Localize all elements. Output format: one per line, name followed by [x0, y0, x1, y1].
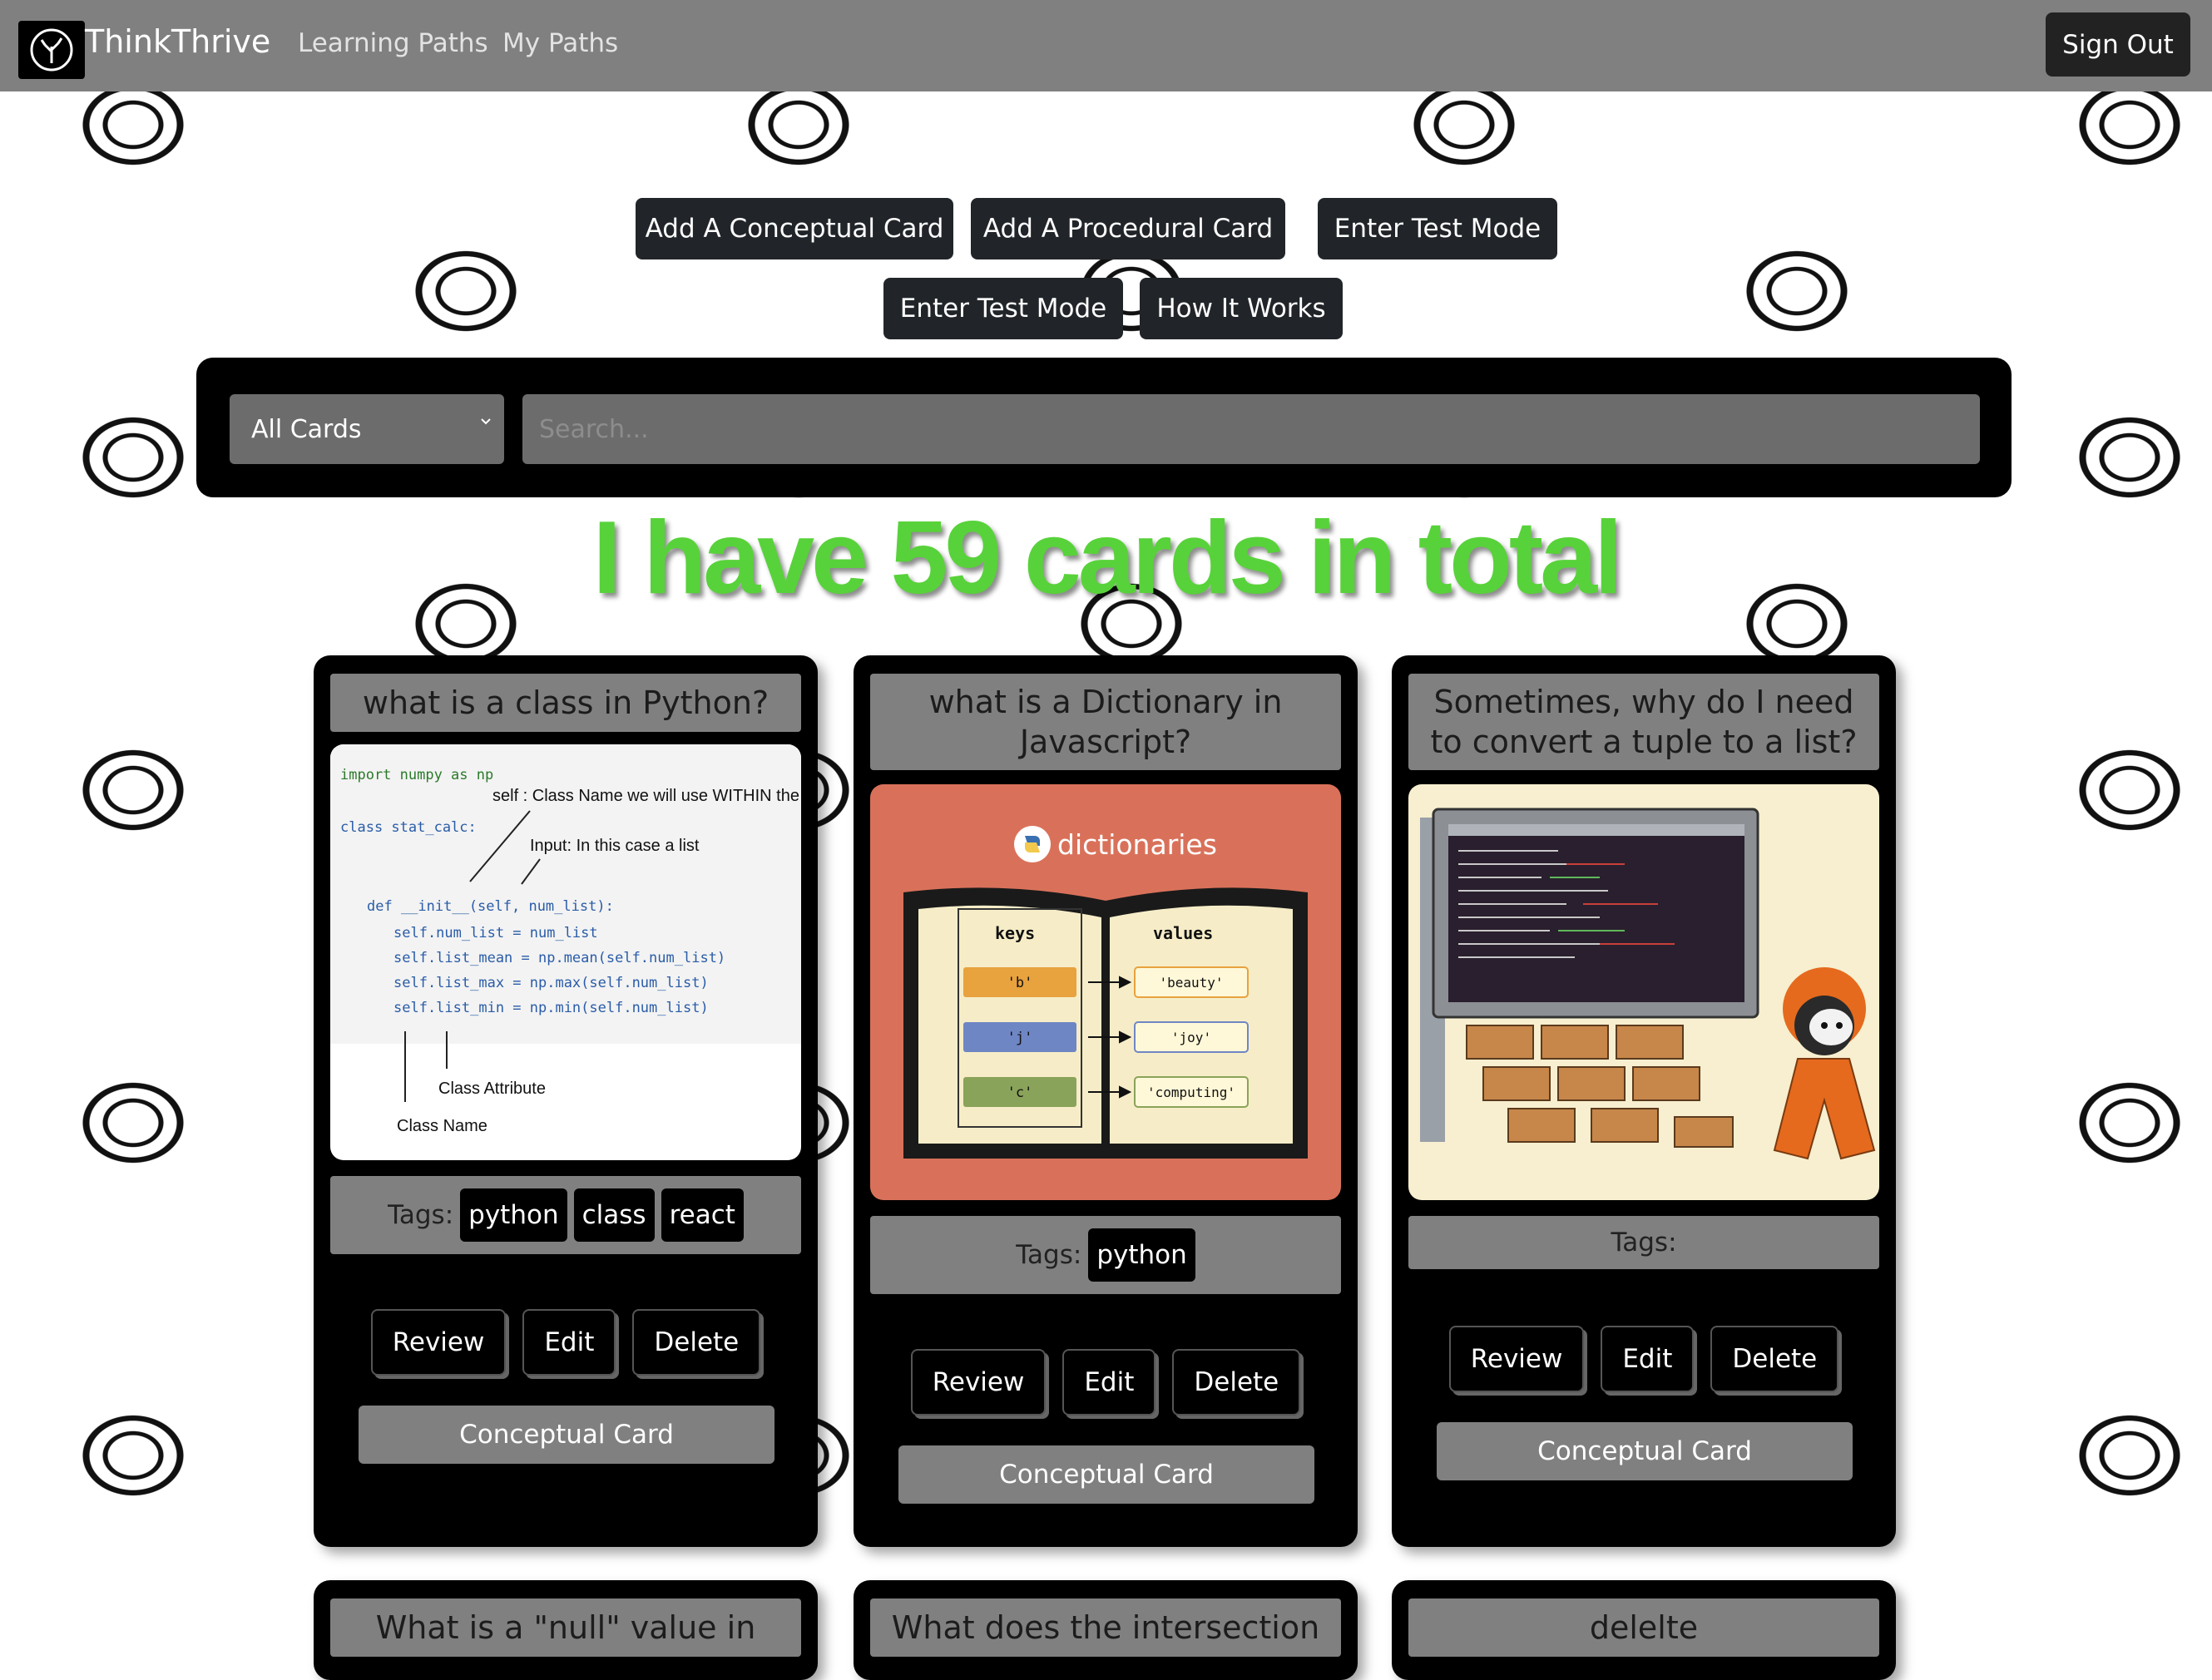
card-actions: Review Edit Delete — [314, 1309, 818, 1376]
review-button[interactable]: Review — [1448, 1326, 1585, 1392]
card-title: What is a "null" value in — [330, 1598, 801, 1657]
delete-button[interactable]: Delete — [1710, 1326, 1839, 1392]
edit-button[interactable]: Edit — [522, 1309, 616, 1376]
filter-bar: All Cards — [196, 358, 2012, 497]
card-type-button[interactable]: Conceptual Card — [1437, 1422, 1853, 1480]
dict-value: 'joy' — [1171, 1030, 1211, 1045]
values-label: values — [1153, 923, 1213, 943]
tags-label: Tags: — [388, 1200, 454, 1230]
code-line: self.list_max = np.max(self.num_list) — [393, 975, 709, 991]
card: what is a Dictionary in Javascript? dict… — [854, 655, 1358, 1547]
card: delelte — [1392, 1580, 1896, 1680]
card-title: what is a Dictionary in Javascript? — [870, 674, 1341, 770]
card-filter-value: All Cards — [251, 414, 362, 444]
card: Sometimes, why do I need to convert a tu… — [1392, 655, 1896, 1547]
tags-label: Tags: — [1016, 1240, 1082, 1270]
card: What does the intersection — [854, 1580, 1358, 1680]
card-image — [1408, 784, 1879, 1200]
card-actions: Review Edit Delete — [1392, 1326, 1896, 1392]
tags-label: Tags: — [1611, 1228, 1677, 1258]
code-line: self.list_min = np.min(self.num_list) — [393, 1000, 709, 1016]
code-line: class stat_calc: — [340, 819, 477, 836]
edit-button[interactable]: Edit — [1062, 1349, 1156, 1416]
delete-button[interactable]: Delete — [632, 1309, 761, 1376]
enter-test-mode-button[interactable]: Enter Test Mode — [1318, 198, 1557, 259]
card: what is a class in Python? import numpy … — [314, 655, 818, 1547]
python-class-diagram: import numpy as np class stat_calc: def … — [330, 744, 801, 1135]
code-line: import numpy as np — [340, 767, 493, 783]
keys-label: keys — [995, 923, 1035, 943]
dict-value: 'computing' — [1147, 1085, 1235, 1100]
annotation: self : Class Name we will use WITHIN the… — [492, 787, 801, 805]
logo[interactable] — [18, 21, 85, 79]
tags-row: Tags: python class react — [330, 1176, 801, 1254]
code-line: def __init__(self, num_list): — [367, 898, 614, 915]
sign-out-button[interactable]: Sign Out — [2046, 12, 2190, 77]
code-line: self.num_list = num_list — [393, 925, 598, 941]
dict-key: 'b' — [1007, 975, 1033, 991]
card-type-button[interactable]: Conceptual Card — [359, 1406, 774, 1464]
dictionaries-heading: dictionaries — [1057, 828, 1217, 861]
enter-test-mode-button-2[interactable]: Enter Test Mode — [883, 278, 1123, 339]
nav-my-paths[interactable]: My Paths — [502, 28, 618, 58]
card-filter-select[interactable]: All Cards — [230, 394, 504, 464]
tag-react[interactable]: react — [661, 1188, 744, 1242]
brand-name[interactable]: ThinkThrive — [85, 23, 270, 60]
card: What is a "null" value in — [314, 1580, 818, 1680]
tags-row: Tags: — [1408, 1216, 1879, 1269]
add-conceptual-card-button[interactable]: Add A Conceptual Card — [636, 198, 953, 259]
card-actions: Review Edit Delete — [854, 1349, 1358, 1416]
tuple-to-list-illustration — [1420, 808, 1876, 1160]
review-button[interactable]: Review — [910, 1349, 1047, 1416]
code-line: self.list_mean = np.mean(self.num_list) — [393, 950, 725, 966]
edit-button[interactable]: Edit — [1601, 1326, 1695, 1392]
add-procedural-card-button[interactable]: Add A Procedural Card — [971, 198, 1285, 259]
tags-row: Tags: python — [870, 1216, 1341, 1294]
card-title: What does the intersection — [870, 1598, 1341, 1657]
card-image: dictionaries keys values 'b' 'j' 'c' 'be… — [870, 784, 1341, 1200]
tag-python[interactable]: python — [1088, 1228, 1195, 1282]
annotation: Class Name — [397, 1117, 487, 1135]
nav-learning-paths[interactable]: Learning Paths — [298, 28, 488, 58]
dict-value: 'beauty' — [1159, 975, 1223, 991]
dict-key: 'j' — [1007, 1030, 1033, 1046]
card-image: import numpy as np class stat_calc: def … — [330, 744, 801, 1160]
tag-class[interactable]: class — [573, 1188, 655, 1242]
delete-button[interactable]: Delete — [1172, 1349, 1301, 1416]
card-type-button[interactable]: Conceptual Card — [898, 1445, 1314, 1504]
search-input[interactable] — [522, 394, 1980, 464]
brain-tree-icon — [30, 28, 73, 72]
dict-key: 'c' — [1007, 1085, 1033, 1101]
card-title: what is a class in Python? — [330, 674, 801, 732]
card-title: delelte — [1408, 1598, 1879, 1657]
annotation: Input: In this case a list — [530, 837, 700, 855]
top-navbar: ThinkThrive Learning Paths My Paths Sign… — [0, 0, 2212, 91]
how-it-works-button[interactable]: How It Works — [1140, 278, 1343, 339]
annotation: Class Attribute — [438, 1080, 546, 1098]
card-count-heading: I have 59 cards in total — [592, 501, 1622, 615]
chevron-down-icon — [481, 418, 491, 425]
review-button[interactable]: Review — [370, 1309, 507, 1376]
tag-python[interactable]: python — [460, 1188, 567, 1242]
dictionary-diagram: dictionaries keys values 'b' 'j' 'c' 'be… — [903, 826, 1308, 1159]
card-title: Sometimes, why do I need to convert a tu… — [1408, 674, 1879, 770]
